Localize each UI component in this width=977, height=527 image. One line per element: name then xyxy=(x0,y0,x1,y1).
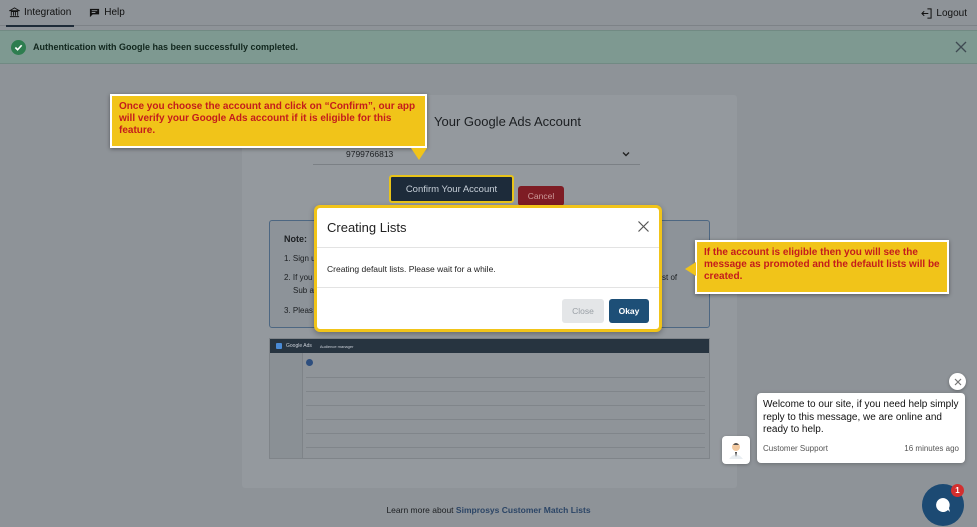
nav-tab-help[interactable]: Help xyxy=(80,0,134,26)
modal-okay-button[interactable]: Okay xyxy=(609,299,649,323)
close-icon xyxy=(954,378,961,385)
screenshot-section: Audience manager xyxy=(319,343,354,349)
screenshot-header: Google Ads Audience manager xyxy=(270,339,709,353)
card-title: Your Google Ads Account xyxy=(434,114,581,129)
confirm-account-button[interactable]: Confirm Your Account xyxy=(389,175,514,203)
chat-dismiss-button[interactable] xyxy=(949,373,966,390)
check-circle-icon xyxy=(11,39,26,55)
nav-tab-integration-label: Integration xyxy=(24,7,72,18)
person-icon xyxy=(729,443,743,459)
creating-lists-modal: Creating Lists Creating default lists. P… xyxy=(314,205,662,332)
cancel-button[interactable]: Cancel xyxy=(518,186,564,206)
chat-timestamp: 16 minutes ago xyxy=(904,444,959,453)
screenshot-row xyxy=(306,399,705,406)
footer-text: Learn more about xyxy=(386,505,454,515)
screenshot-row xyxy=(306,427,705,434)
top-nav: Integration Help Logout xyxy=(0,0,977,27)
close-icon[interactable] xyxy=(637,220,650,233)
modal-body: Creating default lists. Please wait for … xyxy=(327,264,496,274)
alert-message: Authentication with Google has been succ… xyxy=(33,42,299,52)
note-line: 1. Sign u xyxy=(284,254,316,263)
note-line: 3. Pleas xyxy=(284,306,313,315)
modal-close-button[interactable]: Close xyxy=(562,299,604,323)
screenshot-row xyxy=(306,371,705,378)
chevron-down-icon xyxy=(622,152,630,157)
nav-tab-help-label: Help xyxy=(104,7,125,18)
logout-button[interactable]: Logout xyxy=(921,0,967,26)
note-line: Sub a xyxy=(293,286,314,295)
modal-header: Creating Lists xyxy=(317,208,659,248)
screenshot-row xyxy=(306,413,705,420)
learn-more-footer: Learn more about Simprosys Customer Matc… xyxy=(0,505,977,515)
callout-confirm-info: Once you choose the account and click on… xyxy=(110,94,427,160)
chat-message: Welcome to our site, if you need help si… xyxy=(763,399,959,435)
google-ads-logo-icon xyxy=(276,343,282,349)
logout-label: Logout xyxy=(936,7,967,19)
unread-count-badge: 1 xyxy=(951,484,964,497)
modal-footer: Close Okay xyxy=(317,287,659,329)
customer-match-link[interactable]: Simprosys Customer Match Lists xyxy=(456,505,591,515)
nav-tab-integration[interactable]: Integration xyxy=(0,0,80,27)
chat-bubble-icon xyxy=(936,498,950,512)
chat-agent-name: Customer Support xyxy=(763,444,828,453)
chat-icon xyxy=(90,8,100,18)
google-ads-screenshot: Google Ads Audience manager xyxy=(269,338,710,459)
chat-message-popup[interactable]: Welcome to our site, if you need help si… xyxy=(757,393,965,463)
note-line: st of xyxy=(662,273,678,282)
screenshot-row xyxy=(306,441,705,448)
account-select-value: 9799766813 xyxy=(346,149,394,159)
screenshot-sidebar xyxy=(270,353,303,458)
logout-icon xyxy=(921,7,932,19)
screenshot-row xyxy=(306,385,705,392)
screenshot-add-icon xyxy=(306,359,313,366)
close-icon[interactable] xyxy=(953,39,969,55)
modal-title: Creating Lists xyxy=(327,220,407,235)
success-alert: Authentication with Google has been succ… xyxy=(0,30,977,64)
callout-eligible-info: If the account is eligible then you will… xyxy=(685,240,949,294)
bank-icon xyxy=(9,7,20,18)
note-line: 2. If you xyxy=(284,273,313,282)
note-title: Note: xyxy=(284,234,307,244)
support-agent-avatar xyxy=(722,436,750,464)
screenshot-app-name: Google Ads xyxy=(286,343,312,349)
